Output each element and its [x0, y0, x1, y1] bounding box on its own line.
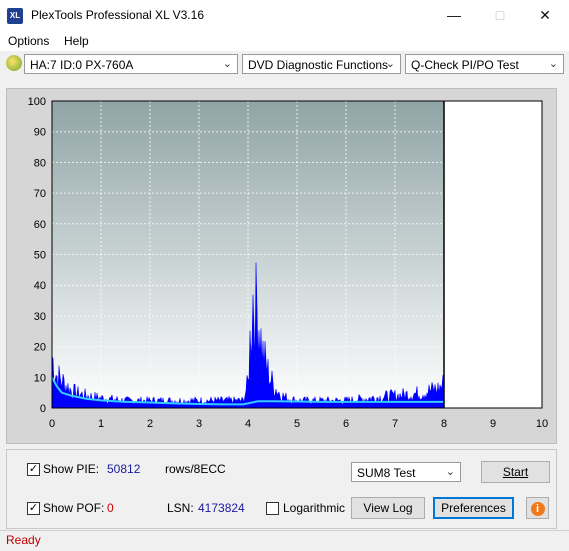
x-tick-label: 7	[392, 418, 398, 430]
x-tick-label: 5	[294, 418, 300, 430]
show-pie-label: Show PIE:	[43, 462, 100, 476]
sum8-select-value: SUM8 Test	[357, 466, 416, 480]
pie-unit: rows/8ECC	[165, 462, 226, 476]
x-tick-label: 10	[536, 418, 548, 430]
y-tick-label: 100	[28, 96, 46, 108]
pof-value: 0	[107, 501, 114, 515]
status-bar	[0, 530, 569, 551]
logarithmic-label: Logarithmic	[283, 501, 346, 515]
sum8-select[interactable]: SUM8 Test ⌄	[351, 462, 461, 482]
logarithmic-checkbox[interactable]	[266, 502, 279, 515]
y-tick-label: 40	[34, 280, 46, 292]
y-tick-label: 10	[34, 372, 46, 384]
start-button-label: Start	[502, 465, 529, 479]
x-tick-label: 2	[147, 418, 153, 430]
y-tick-label: 90	[34, 127, 46, 139]
x-tick-label: 9	[490, 418, 496, 430]
y-tick-label: 0	[40, 403, 46, 415]
lsn-value: 4173824	[198, 501, 245, 515]
x-tick-label: 1	[98, 418, 104, 430]
x-tick-label: 6	[343, 418, 349, 430]
preferences-button[interactable]: Preferences	[433, 497, 514, 519]
view-log-button-label: View Log	[363, 501, 413, 515]
start-button[interactable]: Start	[481, 461, 550, 483]
show-pie-checkbox[interactable]: ✓	[27, 463, 40, 476]
info-button[interactable]: i	[526, 497, 549, 519]
status-text: Ready	[6, 533, 41, 547]
unused-region	[444, 101, 542, 408]
y-tick-label: 80	[34, 157, 46, 169]
y-tick-label: 20	[34, 342, 46, 354]
pie-value: 50812	[107, 462, 141, 476]
y-tick-label: 70	[34, 188, 46, 200]
lsn-label: LSN:	[167, 501, 194, 515]
y-tick-label: 60	[34, 219, 46, 231]
x-tick-label: 0	[49, 418, 55, 430]
y-tick-label: 30	[34, 311, 46, 323]
show-pof-checkbox[interactable]: ✓	[27, 502, 40, 515]
y-tick-label: 50	[34, 250, 46, 262]
x-tick-label: 8	[441, 418, 447, 430]
show-pof-label: Show POF:	[43, 501, 105, 515]
x-tick-label: 3	[196, 418, 202, 430]
preferences-button-label: Preferences	[441, 501, 506, 515]
info-icon: i	[530, 502, 545, 516]
x-tick-label: 4	[245, 418, 251, 430]
chevron-down-icon: ⌄	[445, 466, 455, 478]
view-log-button[interactable]: View Log	[351, 497, 425, 519]
